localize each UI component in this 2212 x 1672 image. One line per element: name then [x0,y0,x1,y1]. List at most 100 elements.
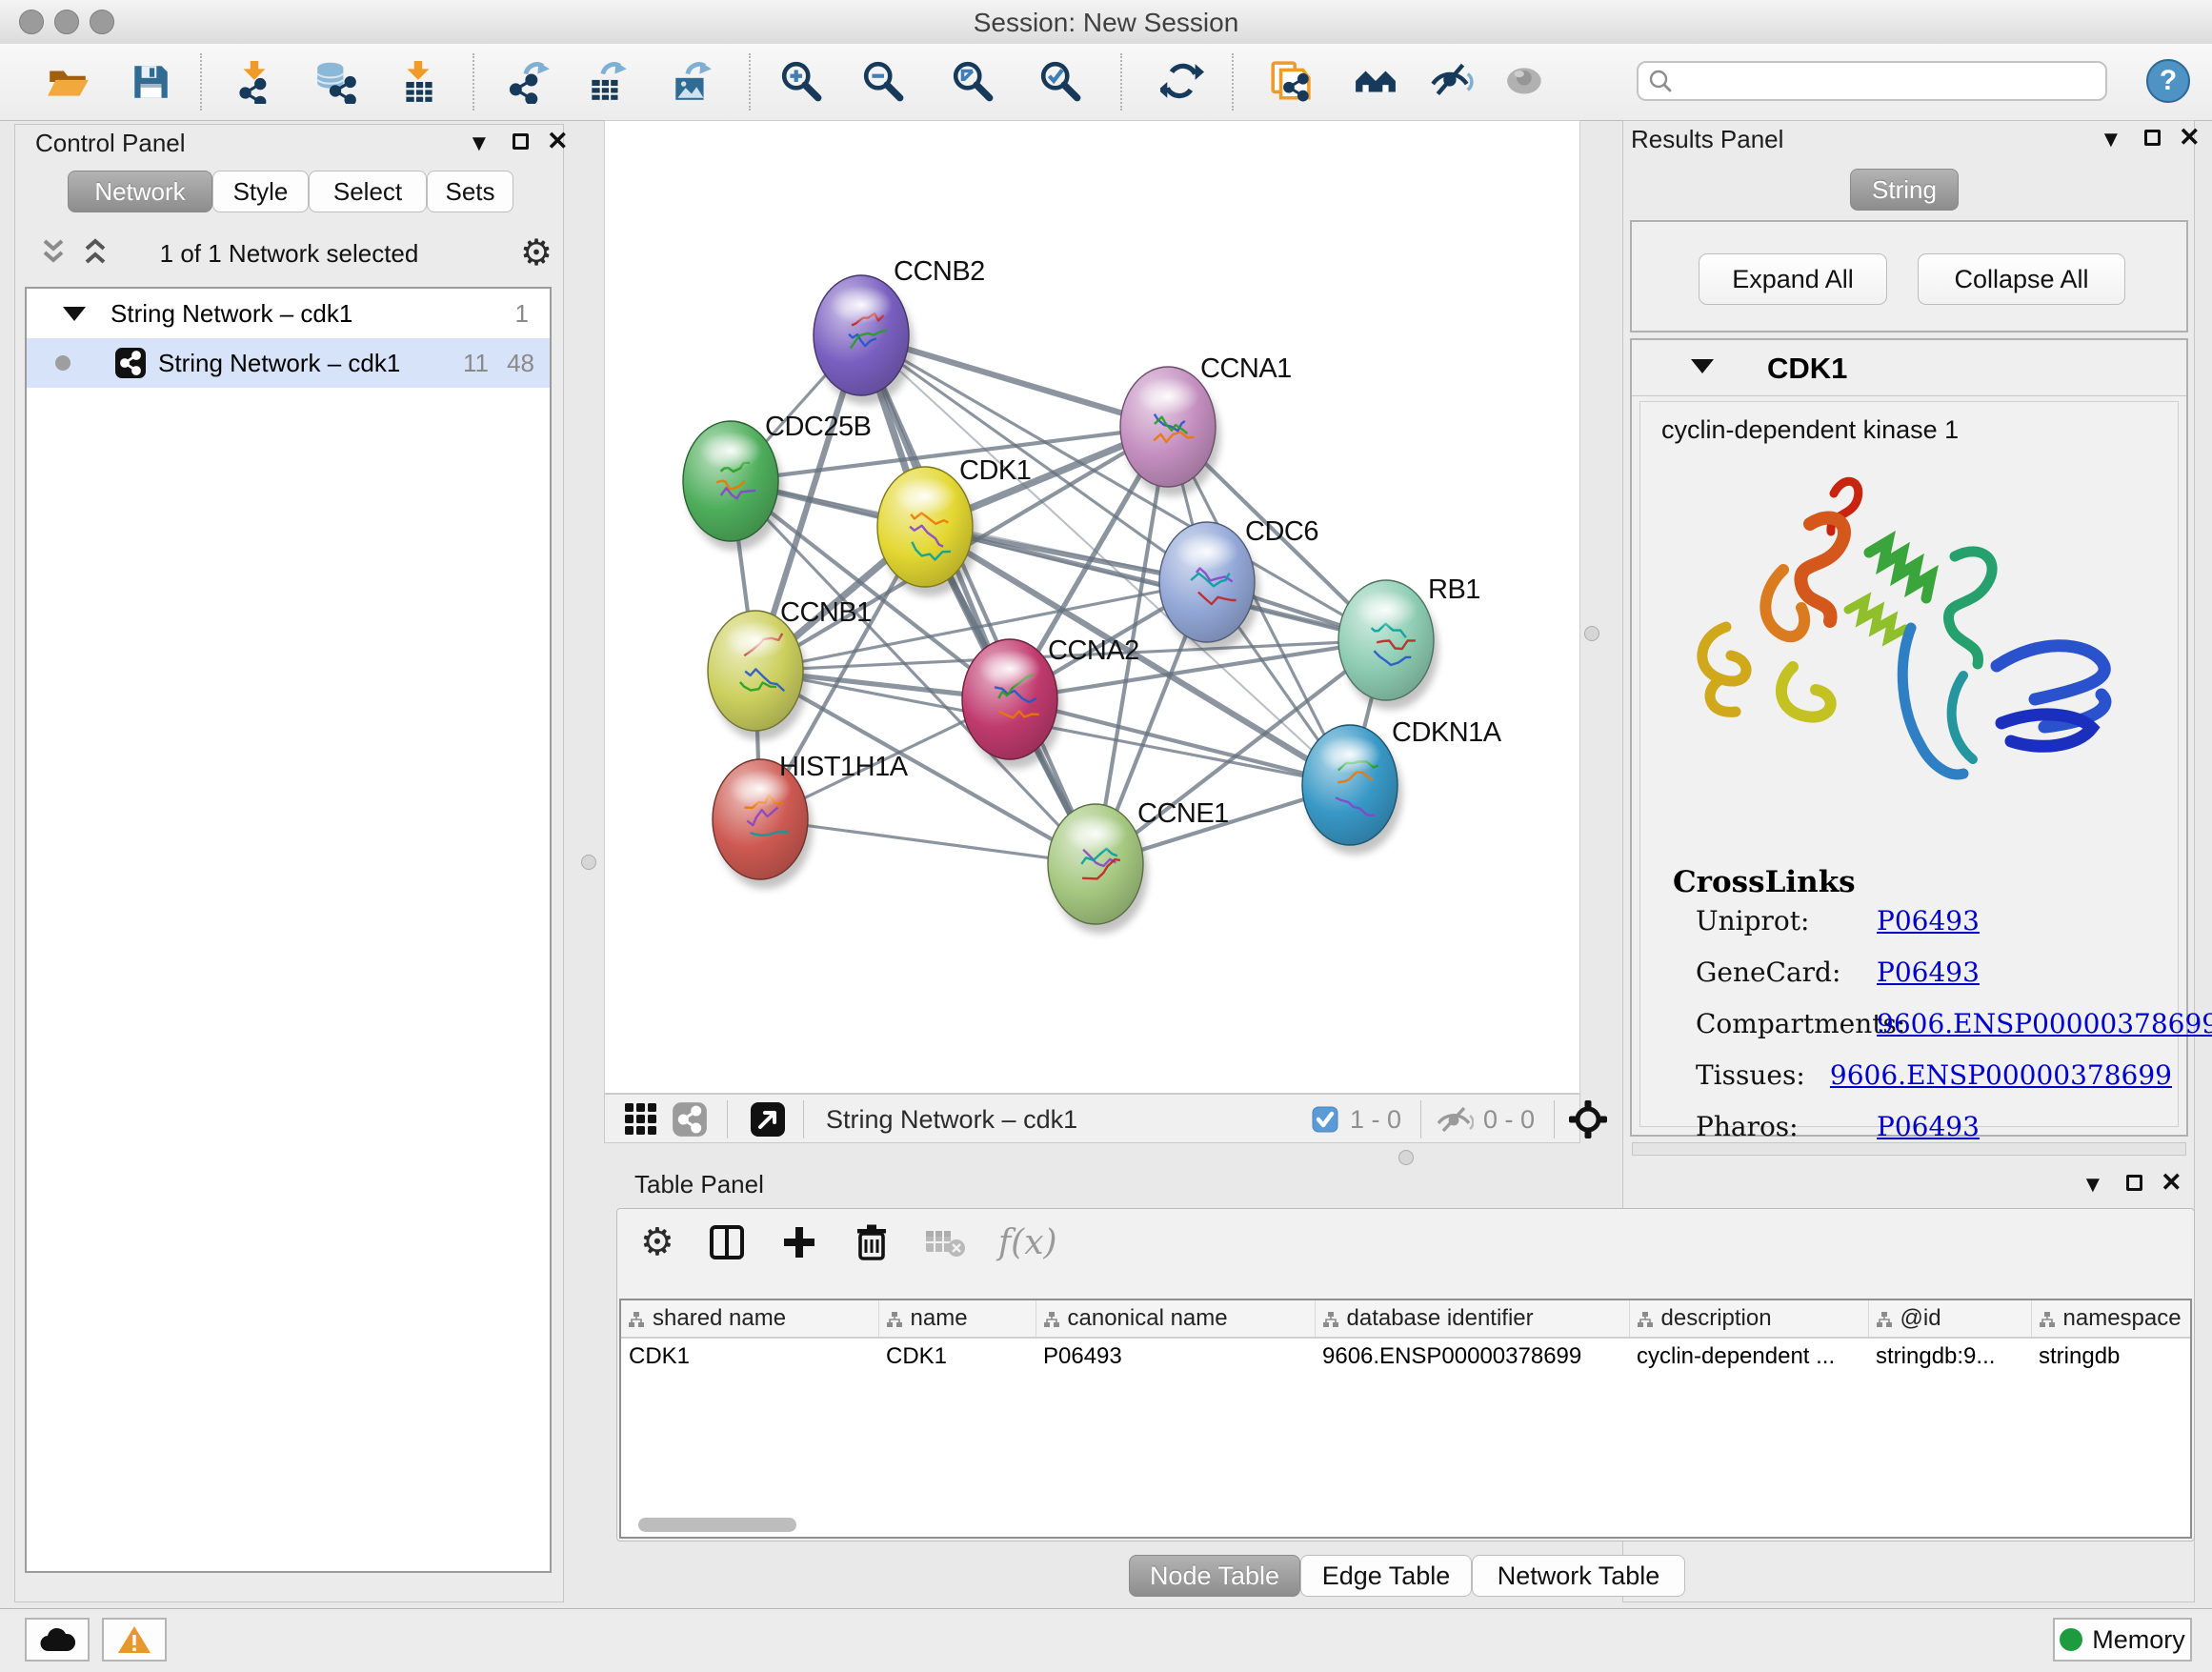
left-split-handle[interactable] [581,855,596,870]
entry-collapse-icon[interactable] [1691,359,1714,373]
import-database-icon[interactable] [312,59,358,105]
crosslink-link[interactable]: 9606.ENSP00000378699 [1830,1059,2172,1091]
tab-network[interactable]: Network [68,171,212,212]
column-header[interactable]: @id [1868,1300,2031,1338]
network-collection-row[interactable]: String Network – cdk1 1 [27,289,550,338]
column-header[interactable]: database identifier [1315,1300,1629,1338]
string-network-icon[interactable] [672,1101,708,1138]
node-label: CDC25B [765,412,871,442]
column-header[interactable]: description [1629,1300,1868,1338]
network-node-ccne1[interactable] [1048,804,1148,934]
first-neighbors-icon[interactable] [1353,59,1398,105]
expand-all-button[interactable]: Expand All [1699,253,1887,305]
network-node-cdkn1a[interactable] [1302,725,1402,855]
tab-edge-table[interactable]: Edge Table [1300,1555,1472,1597]
add-column-icon[interactable] [779,1222,819,1262]
panel-float-icon[interactable] [513,133,529,150]
column-header[interactable]: canonical name [1036,1300,1315,1338]
network-list: String Network – cdk1 1 String Network –… [25,287,552,1573]
apply-preferred-layout-icon[interactable] [1159,59,1205,105]
table-options-gear-icon[interactable]: ⚙ [640,1220,674,1264]
node-label: CDK1 [959,455,1031,486]
search-input[interactable] [1673,67,2105,95]
zoom-fit-icon[interactable] [951,59,996,105]
network-row[interactable]: String Network – cdk1 11 48 [27,338,550,388]
tab-string[interactable]: String [1850,169,1959,211]
panel-close-icon[interactable]: ✕ [2161,1168,2182,1198]
column-header[interactable]: namespace [2031,1300,2192,1338]
export-image-icon[interactable] [669,59,714,105]
crosslink-link[interactable]: P06493 [1877,957,1980,988]
crosslink-label: GeneCard: [1696,957,1877,988]
network-view[interactable]: CCNB2CCNA1CDC25BCDK1CDC6RB1CCNB1CCNA2CDK… [604,120,1580,1094]
grid-view-icon[interactable] [624,1102,658,1137]
network-node-rb1[interactable] [1338,580,1438,710]
warning-icon [117,1624,151,1655]
delete-column-icon[interactable] [852,1222,892,1262]
table-hscroll-thumb[interactable] [638,1518,796,1532]
crosslink-link[interactable]: P06493 [1877,1111,1980,1142]
collapse-all-button[interactable]: Collapse All [1918,253,2125,305]
birds-eye-icon[interactable] [1569,1100,1607,1138]
tab-sets[interactable]: Sets [427,171,513,212]
network-node-cdk1[interactable] [877,467,977,596]
show-columns-icon[interactable] [707,1222,747,1262]
network-status-dot [55,355,70,371]
clone-network-icon[interactable] [1267,59,1313,105]
import-network-icon[interactable] [232,59,278,105]
right-split-handle[interactable] [1584,626,1599,641]
zoom-in-icon[interactable] [779,59,825,105]
node-table[interactable]: shared namenamecanonical namedatabase id… [619,1299,2192,1539]
panel-float-icon[interactable] [2126,1175,2142,1191]
column-header[interactable]: name [878,1300,1036,1338]
network-label: String Network – cdk1 [158,349,400,378]
crosslink-link[interactable]: P06493 [1877,905,1980,937]
collection-expand-icon[interactable] [63,307,86,321]
network-node-ccna1[interactable] [1120,367,1220,496]
selected-checkbox-icon[interactable] [1312,1106,1338,1133]
warnings-button[interactable] [102,1618,167,1662]
network-edge[interactable] [861,335,1096,864]
zoom-selected-icon[interactable] [1038,59,1084,105]
column-header[interactable]: shared name [621,1300,878,1338]
open-in-window-icon[interactable] [750,1101,786,1138]
help-button[interactable]: ? [2146,59,2190,103]
tab-select[interactable]: Select [309,171,427,212]
panel-float-icon[interactable] [2144,130,2161,146]
network-node-ccnb1[interactable] [708,611,808,740]
panel-close-icon[interactable]: ✕ [547,127,569,156]
network-canvas[interactable]: CCNB2CCNA1CDC25BCDK1CDC6RB1CCNB1CCNA2CDK… [605,121,1579,1093]
tab-node-table[interactable]: Node Table [1129,1555,1300,1597]
cytoscape-window: { "window": { "title": "Session: New Ses… [0,0,2212,1671]
bottom-split-handle[interactable] [1398,1150,1414,1165]
panel-close-icon[interactable]: ✕ [2179,123,2201,152]
show-all-icon[interactable] [1503,59,1549,105]
export-table-icon[interactable] [584,59,630,105]
export-network-icon[interactable] [507,59,553,105]
zoom-out-icon[interactable] [861,59,907,105]
panel-menu-icon[interactable]: ▼ [2100,127,2122,153]
memory-button[interactable]: Memory [2053,1618,2192,1662]
table-hscrollbar[interactable] [623,1518,2188,1533]
results-scroll-track[interactable] [1632,1142,2186,1156]
node-label: CDC6 [1245,516,1318,547]
toolbar-separator [473,53,474,111]
search-box[interactable] [1637,61,2107,101]
network-node-ccnb2[interactable] [814,275,914,405]
memory-label: Memory [2092,1625,2185,1655]
crosslink-link[interactable]: 9606.ENSP00000378699 [1877,1008,2212,1039]
delete-table-icon [924,1223,966,1261]
tab-network-table[interactable]: Network Table [1472,1555,1685,1597]
save-icon[interactable] [128,59,173,105]
panel-menu-icon[interactable]: ▼ [468,131,491,157]
import-table-icon[interactable] [396,59,442,105]
network-options-gear-icon[interactable]: ⚙ [520,232,553,274]
open-icon[interactable] [45,59,90,105]
panel-menu-icon[interactable]: ▼ [2081,1172,2104,1199]
cloud-button[interactable] [25,1618,90,1662]
collection-label: String Network – cdk1 [111,299,352,329]
control-panel: Control Panel ▼ ✕ NetworkStyleSelectSets… [14,124,564,1602]
tab-style[interactable]: Style [212,171,309,212]
table-row[interactable]: CDK1CDK1P064939606.ENSP00000378699cyclin… [621,1338,2192,1375]
hide-selected-icon[interactable] [1429,59,1475,105]
